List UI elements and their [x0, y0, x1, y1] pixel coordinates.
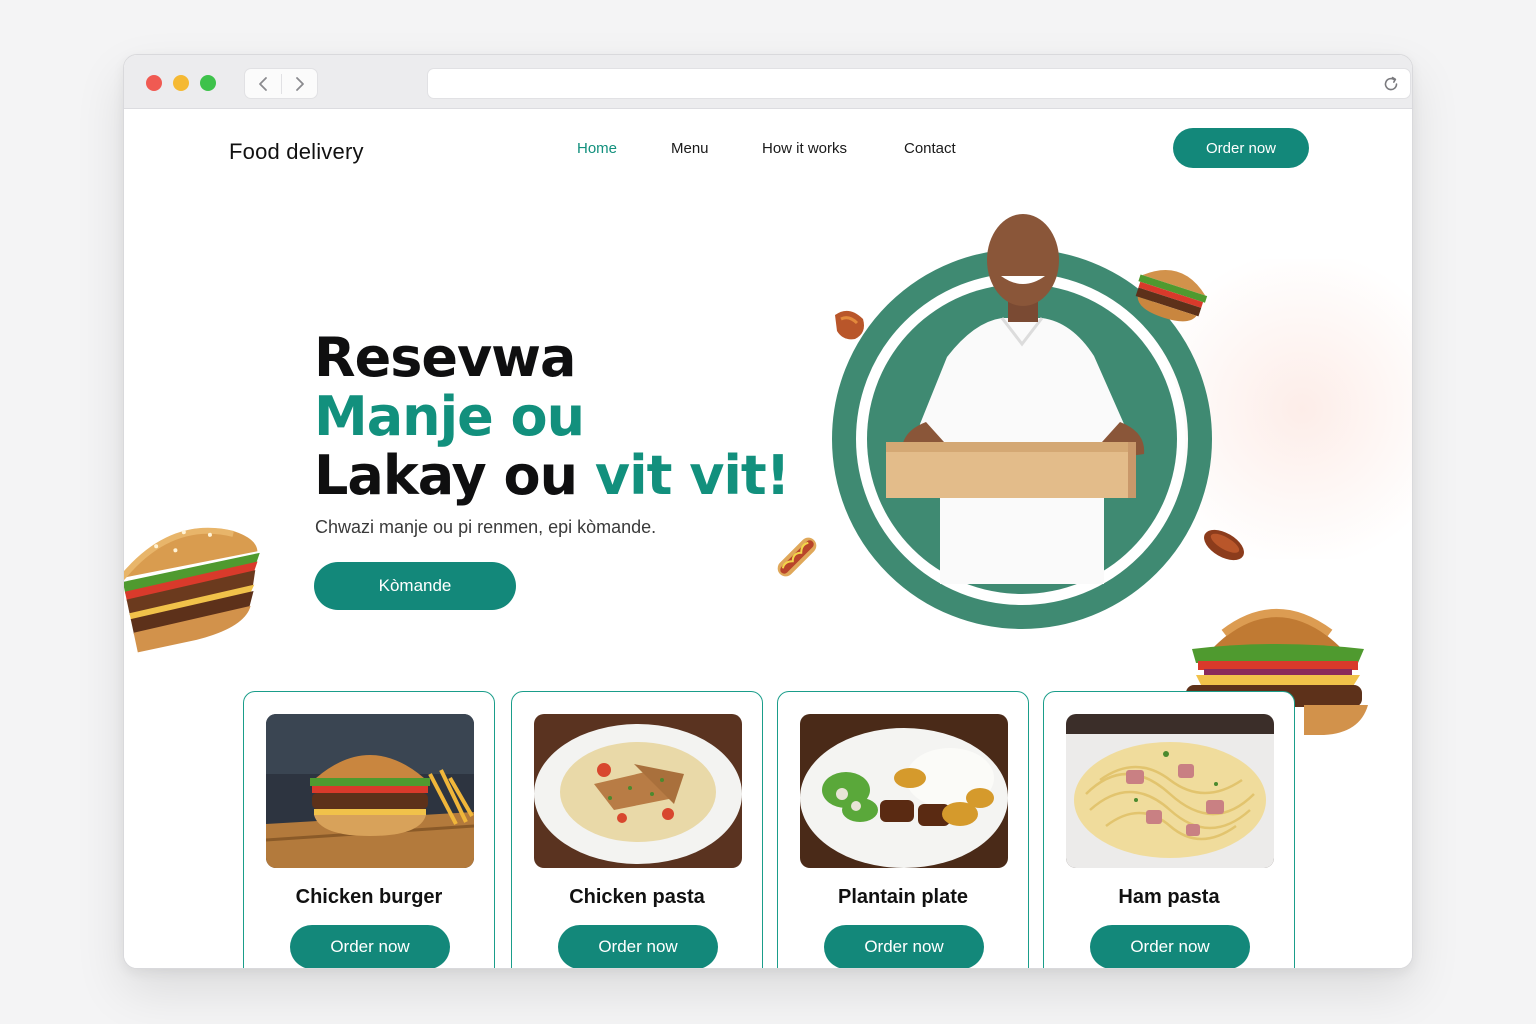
wing-icon — [1204, 529, 1244, 561]
product-name: Chicken burger — [295, 886, 443, 908]
chicken-pasta-image — [534, 714, 742, 868]
order-now-button[interactable]: Order now — [290, 925, 450, 968]
page-content: Food delivery Home Menu How it works Con… — [124, 109, 1412, 968]
header-order-button[interactable]: Order now — [1173, 128, 1309, 168]
floating-burger-icon — [1135, 270, 1208, 322]
plantain-plate-image — [800, 714, 1008, 868]
hero-title-line-3-start: Lakay ou — [314, 444, 595, 507]
hero-title-line-3: Lakay ou vit vit! — [314, 449, 790, 503]
product-name: Chicken pasta — [569, 886, 705, 908]
hero-order-button[interactable]: Kòmande — [314, 562, 516, 610]
product-card: Ham pasta Order now — [1043, 691, 1295, 968]
hero-title-accent: vit vit! — [594, 444, 790, 507]
hero-subtitle: Chwazi manje ou pi renmen, epi kòmande. — [315, 517, 657, 537]
minimize-window-button[interactable] — [173, 75, 189, 91]
product-card: Chicken burger Order now — [243, 691, 495, 968]
hero-title-line-1: Resevwa — [314, 326, 576, 389]
order-now-button[interactable]: Order now — [1090, 925, 1250, 968]
product-card: Plantain plate Order now — [777, 691, 1029, 968]
order-now-button[interactable]: Order now — [558, 925, 718, 968]
chicken-wing-icon — [835, 310, 864, 340]
nav-home[interactable]: Home — [577, 140, 617, 157]
nav-menu[interactable]: Menu — [671, 140, 709, 157]
product-name: Ham pasta — [1118, 886, 1220, 908]
burger-decoration — [124, 527, 260, 653]
reload-icon[interactable] — [1382, 75, 1400, 93]
order-now-button[interactable]: Order now — [824, 925, 984, 968]
brand-logo-text[interactable]: Food delivery — [229, 139, 364, 165]
chicken-burger-image — [266, 714, 474, 868]
hero-title-line-2: Manje ou — [314, 385, 585, 448]
address-bar[interactable] — [427, 68, 1411, 99]
browser-window: Food delivery Home Menu How it works Con… — [123, 54, 1413, 969]
nav-contact[interactable]: Contact — [904, 140, 956, 157]
history-buttons — [244, 68, 318, 99]
product-card: Chicken pasta Order now — [511, 691, 763, 968]
chevron-left-icon[interactable] — [248, 73, 278, 95]
close-window-button[interactable] — [146, 75, 162, 91]
product-name: Plantain plate — [837, 886, 969, 908]
nav-how-it-works[interactable]: How it works — [762, 140, 847, 157]
ham-pasta-image — [1066, 714, 1274, 868]
hotdog-icon — [777, 537, 817, 577]
browser-titlebar — [124, 55, 1412, 109]
maximize-window-button[interactable] — [200, 75, 216, 91]
chevron-right-icon[interactable] — [285, 73, 315, 95]
